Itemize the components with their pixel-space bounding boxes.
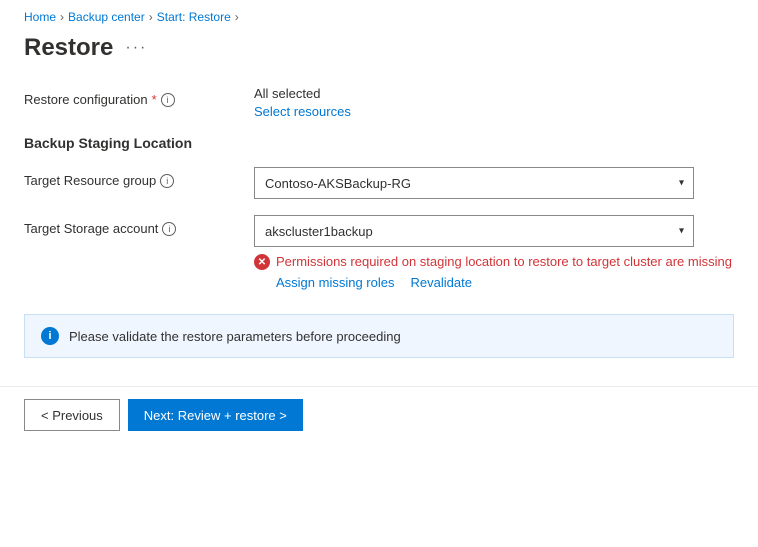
target-storage-select-wrapper: akscluster1backup ▾	[254, 215, 694, 247]
breadcrumb-backup-center[interactable]: Backup center	[68, 10, 145, 24]
target-rg-label: Target Resource group i	[24, 167, 254, 188]
target-storage-value: akscluster1backup ▾ ✕ Permissions requir…	[254, 215, 734, 290]
restore-config-info-icon[interactable]: i	[161, 93, 175, 107]
select-resources-link[interactable]: Select resources	[254, 104, 351, 119]
more-options-icon[interactable]: ···	[125, 39, 147, 57]
error-text-block: Permissions required on staging location…	[276, 253, 732, 290]
required-star: *	[152, 92, 157, 107]
breadcrumb: Home › Backup center › Start: Restore ›	[0, 0, 758, 30]
restore-config-label: Restore configuration * i	[24, 86, 254, 107]
target-rg-info-icon[interactable]: i	[160, 174, 174, 188]
page-header: Restore ···	[0, 30, 758, 78]
target-storage-label-text: Target Storage account	[24, 221, 158, 236]
error-message: Permissions required on staging location…	[276, 253, 732, 271]
restore-config-value-primary: All selected	[254, 86, 734, 101]
page-title: Restore	[24, 34, 113, 62]
target-rg-select-wrapper: Contoso-AKSBackup-RG ▾	[254, 167, 694, 199]
target-rg-value: Contoso-AKSBackup-RG ▾	[254, 167, 734, 199]
previous-button[interactable]: < Previous	[24, 399, 120, 431]
content-area: Restore configuration * i All selected S…	[0, 78, 758, 386]
assign-missing-roles-link[interactable]: Assign missing roles	[276, 275, 395, 290]
info-banner-icon: i	[41, 327, 59, 345]
backup-staging-section-title: Backup Staging Location	[24, 135, 734, 151]
footer-bar: < Previous Next: Review + restore >	[0, 386, 758, 443]
restore-config-value: All selected Select resources	[254, 86, 734, 119]
breadcrumb-home[interactable]: Home	[24, 10, 56, 24]
error-actions: Assign missing roles Revalidate	[276, 275, 732, 290]
error-block: ✕ Permissions required on staging locati…	[254, 253, 734, 290]
target-storage-row: Target Storage account i akscluster1back…	[24, 215, 734, 290]
target-rg-select[interactable]: Contoso-AKSBackup-RG	[254, 167, 694, 199]
revalidate-link[interactable]: Revalidate	[411, 275, 472, 290]
info-banner-message: Please validate the restore parameters b…	[69, 329, 401, 344]
target-storage-select[interactable]: akscluster1backup	[254, 215, 694, 247]
restore-config-label-text: Restore configuration	[24, 92, 148, 107]
error-icon: ✕	[254, 254, 270, 270]
target-rg-label-text: Target Resource group	[24, 173, 156, 188]
target-storage-label: Target Storage account i	[24, 215, 254, 236]
next-button[interactable]: Next: Review + restore >	[128, 399, 303, 431]
breadcrumb-current: Start: Restore	[157, 10, 231, 24]
restore-config-row: Restore configuration * i All selected S…	[24, 86, 734, 119]
info-banner: i Please validate the restore parameters…	[24, 314, 734, 358]
target-rg-row: Target Resource group i Contoso-AKSBacku…	[24, 167, 734, 199]
target-storage-info-icon[interactable]: i	[162, 222, 176, 236]
